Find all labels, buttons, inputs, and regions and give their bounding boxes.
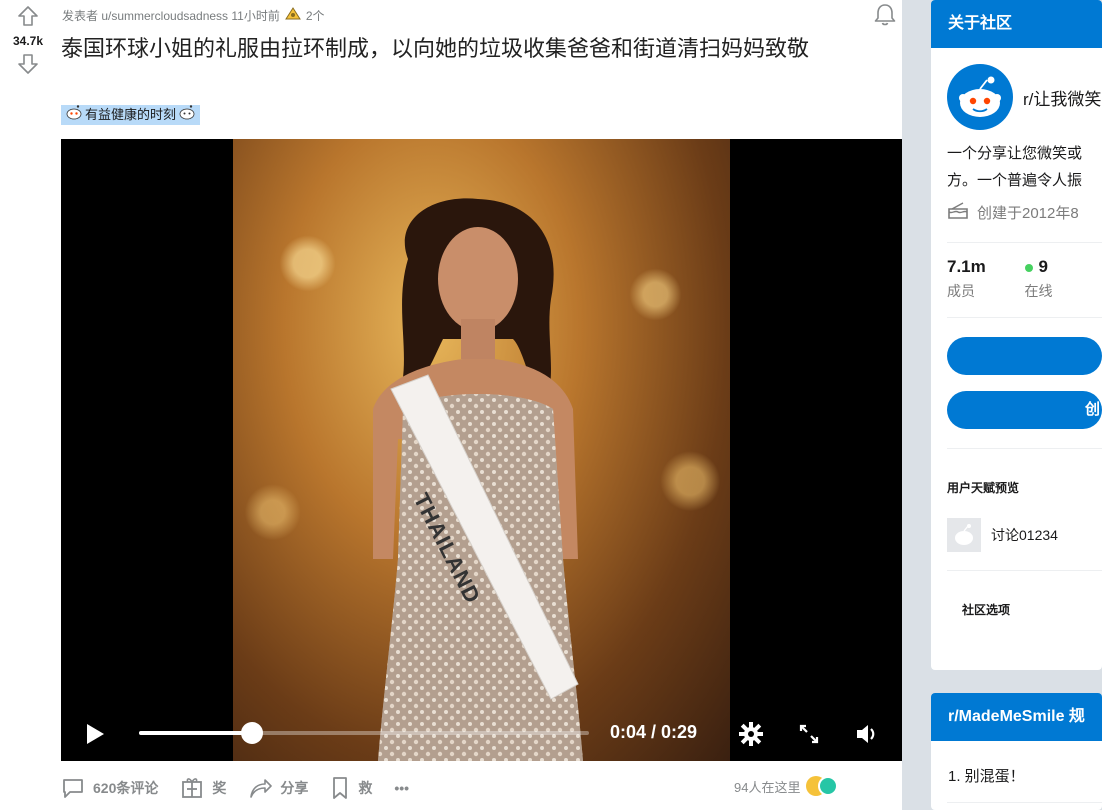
share-label: 分享 bbox=[280, 780, 309, 796]
award-button[interactable]: 奖 bbox=[180, 776, 226, 800]
divider bbox=[947, 802, 1102, 803]
award-count: 2个 bbox=[305, 9, 325, 23]
video-controls: 0:04 / 0:29 bbox=[61, 709, 902, 761]
more-icon: ••• bbox=[394, 780, 410, 796]
cake-icon bbox=[947, 200, 969, 224]
online-count: 94人在这里 bbox=[734, 779, 801, 795]
reddit-snoo-icon bbox=[178, 104, 196, 126]
created-date: 创建于2012年8 bbox=[931, 194, 1102, 224]
post-meta-text[interactable]: 发表者 u/summercloudsadness 11小时前 bbox=[62, 7, 280, 24]
user-flair-row[interactable]: 讨论01234 bbox=[931, 518, 1102, 552]
vote-count: 34.7k bbox=[12, 34, 44, 48]
divider bbox=[947, 317, 1102, 318]
community-name[interactable]: r/让我微笑 bbox=[1023, 85, 1101, 110]
rule-item[interactable]: 1. 别混蛋！ bbox=[931, 765, 1102, 786]
community-description: 一个分享让您微笑或 方。一个普遍令人振 bbox=[931, 130, 1102, 194]
award-label: 奖 bbox=[212, 780, 227, 796]
post-title[interactable]: 泰国环球小姐的礼服由拉环制成，以向她的垃圾收集爸爸和街道清扫妈妈致敬 bbox=[61, 34, 881, 63]
reddit-snoo-icon bbox=[65, 104, 83, 126]
flair-text: 有益健康的时刻 bbox=[85, 107, 177, 122]
share-icon bbox=[248, 777, 273, 799]
more-options-button[interactable]: ••• bbox=[394, 780, 409, 796]
save-label: 救 bbox=[358, 780, 373, 796]
post-meta: 发表者 u/summercloudsadness 11小时前 2个 bbox=[62, 5, 325, 26]
comment-icon bbox=[61, 777, 85, 799]
members-label: 成员 bbox=[947, 283, 975, 299]
upvote-icon[interactable] bbox=[16, 4, 40, 28]
progress-track[interactable] bbox=[139, 722, 589, 744]
settings-gear-icon[interactable] bbox=[737, 720, 765, 748]
description-line: 方。一个普遍令人振 bbox=[947, 172, 1083, 189]
online-label: 在线 bbox=[1024, 283, 1053, 299]
user-avatar-icon bbox=[947, 518, 981, 552]
post-card: 34.7k 发表者 u/summercloudsadness 11小时前 2个 … bbox=[0, 0, 902, 810]
online-dot-icon bbox=[1024, 263, 1033, 272]
save-button[interactable]: 救 bbox=[330, 776, 372, 800]
fullscreen-icon[interactable] bbox=[795, 720, 823, 748]
post-actions: 620条评论 奖 分享 救 ••• bbox=[61, 771, 431, 805]
online-indicator: 94人在这里 bbox=[734, 776, 839, 796]
rules-card: r/MadeMeSmile 规 1. 别混蛋！ bbox=[931, 693, 1102, 810]
description-line: 一个分享让您微笑或 bbox=[947, 145, 1083, 162]
community-stats: 7.1m 成员 9 在线 bbox=[931, 243, 1102, 301]
user-flair-preview-label: 用户天赋预览 bbox=[947, 481, 1020, 495]
rules-header: r/MadeMeSmile 规 bbox=[931, 693, 1102, 741]
community-avatar-icon[interactable] bbox=[947, 64, 1013, 130]
online-value-wrap: 9 bbox=[1024, 257, 1102, 277]
downvote-icon[interactable] bbox=[16, 52, 40, 76]
sidebar: 关于社区 r/让我微笑 一个分享让您微笑或 方。一个普遍令人振 创建于2012年… bbox=[931, 0, 1102, 810]
video-player[interactable]: THAILAND 0:04 / 0:29 bbox=[61, 139, 902, 761]
share-button[interactable]: 分享 bbox=[248, 777, 308, 799]
bell-icon[interactable] bbox=[872, 2, 898, 28]
page: 34.7k 发表者 u/summercloudsadness 11小时前 2个 … bbox=[0, 0, 1102, 810]
divider bbox=[947, 448, 1102, 449]
progress-fill bbox=[139, 731, 252, 735]
create-post-button[interactable]: 创 bbox=[947, 391, 1102, 429]
bookmark-icon bbox=[330, 776, 350, 800]
volume-icon[interactable] bbox=[853, 720, 881, 748]
award-icon[interactable] bbox=[284, 5, 302, 26]
about-community-card: 关于社区 r/让我微笑 一个分享让您微笑或 方。一个普遍令人振 创建于2012年… bbox=[931, 0, 1102, 670]
video-frame[interactable]: THAILAND bbox=[233, 139, 730, 761]
progress-knob[interactable] bbox=[240, 722, 263, 744]
play-icon[interactable] bbox=[83, 721, 107, 747]
community-options-label[interactable]: 社区选项 bbox=[931, 601, 1102, 618]
user-flair-text: 讨论01234 bbox=[991, 527, 1058, 543]
contestant-figure bbox=[373, 198, 583, 761]
about-header: 关于社区 bbox=[931, 0, 1102, 48]
gift-icon bbox=[180, 776, 204, 800]
comments-button[interactable]: 620条评论 bbox=[61, 777, 158, 799]
divider bbox=[947, 570, 1102, 571]
video-time: 0:04 / 0:29 bbox=[610, 722, 698, 742]
online-value: 9 bbox=[1038, 257, 1048, 276]
avatar-icon bbox=[818, 776, 839, 796]
comments-label: 620条评论 bbox=[93, 780, 159, 796]
created-text: 创建于2012年8 bbox=[977, 204, 1079, 222]
post-flair[interactable]: 有益健康的时刻 bbox=[61, 104, 201, 126]
members-stat: 7.1m 成员 bbox=[947, 257, 1025, 301]
members-value: 7.1m bbox=[947, 257, 986, 276]
online-avatars bbox=[806, 776, 839, 796]
vote-column: 34.7k bbox=[0, 0, 56, 76]
community-identity: r/让我微笑 bbox=[931, 48, 1102, 130]
online-stat: 9 在线 bbox=[1024, 257, 1102, 301]
join-button[interactable] bbox=[947, 337, 1102, 375]
